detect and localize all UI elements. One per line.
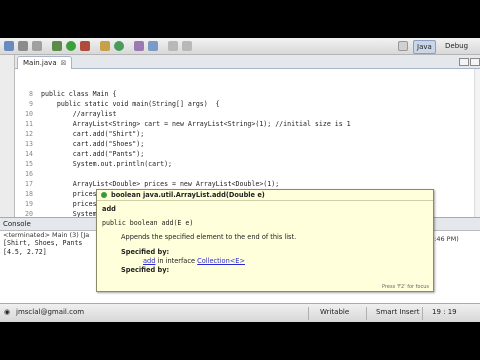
debug-perspective-label: Debug <box>445 42 469 50</box>
line-number: 8 <box>29 90 33 98</box>
back-icon[interactable] <box>168 41 178 51</box>
line-number: 16 <box>25 170 33 178</box>
specified-by-text: in interface <box>155 257 198 265</box>
console-timestamp: 8:46 PM) <box>430 235 459 243</box>
main-toolbar: Java Debug <box>0 38 480 55</box>
run-icon[interactable] <box>66 41 76 51</box>
line-number: 9 <box>29 100 33 108</box>
code-text: System.out.println(cart); <box>41 160 173 168</box>
code-line: 11 ArrayList<String> cart = new ArrayLis… <box>15 119 480 129</box>
external-tools-icon[interactable] <box>80 41 90 51</box>
editor-tab-bar: Main.java ⊠ <box>15 55 480 69</box>
focus-hint: Press 'F2' for focus <box>382 284 429 290</box>
hover-header: boolean java.util.ArrayList.add(Double e… <box>97 190 433 201</box>
search-icon[interactable] <box>148 41 158 51</box>
code-text: public static void main(String[] args) { <box>41 100 220 108</box>
forward-icon[interactable] <box>182 41 192 51</box>
code-text: public class Main { <box>41 90 117 98</box>
status-divider <box>308 307 309 320</box>
console-tab-label: Console <box>3 220 31 228</box>
tab-main-java[interactable]: Main.java ⊠ <box>17 56 73 69</box>
new-icon[interactable] <box>4 41 14 51</box>
status-bar: ◉ jmsclal@gmail.com Writable Smart Inser… <box>0 303 480 322</box>
code-line: 16 <box>15 169 480 179</box>
console-output-line: [Shirt, Shoes, Pants <box>3 239 83 247</box>
code-text: cart.add("Shirt"); <box>41 130 145 138</box>
status-divider <box>366 307 367 320</box>
method-name: add <box>102 205 116 213</box>
writable-status: Writable <box>320 308 350 316</box>
code-line: 17 ArrayList<Double> prices = new ArrayL… <box>15 179 480 189</box>
overview-ruler[interactable] <box>474 69 480 225</box>
code-text: cart.add("Pants"); <box>41 150 145 158</box>
line-number: 13 <box>25 140 33 148</box>
method-icon <box>101 192 107 198</box>
open-type-icon[interactable] <box>134 41 144 51</box>
code-text: ArrayList<String> cart = new ArrayList<S… <box>41 120 351 128</box>
new-package-icon[interactable] <box>100 41 110 51</box>
line-number: 12 <box>25 130 33 138</box>
line-number: 17 <box>25 180 33 188</box>
code-text: cart.add("Shoes"); <box>41 140 145 148</box>
javadoc-hover-popup[interactable]: boolean java.util.ArrayList.add(Double e… <box>96 189 434 292</box>
console-status: <terminated> Main (3) [Ja <box>3 231 90 239</box>
specified-by-line: add in interface Collection<E> <box>143 257 245 265</box>
line-number: 14 <box>25 150 33 158</box>
specified-by-label: Specified by: <box>121 248 170 256</box>
line-number: 15 <box>25 160 33 168</box>
code-line: 12 cart.add("Shirt"); <box>15 129 480 139</box>
open-perspective-icon[interactable] <box>398 41 408 51</box>
code-line: 13 cart.add("Shoes"); <box>15 139 480 149</box>
code-line: 8 public class Main { <box>15 89 480 99</box>
collection-interface-link[interactable]: Collection<E> <box>197 257 245 265</box>
user-icon: ◉ <box>4 308 11 316</box>
code-text: ArrayList<Double> prices = new ArrayList… <box>41 180 280 188</box>
code-line: 9 public static void main(String[] args)… <box>15 99 480 109</box>
code-text: //arraylist <box>41 110 117 118</box>
java-perspective-label: Java <box>417 43 432 51</box>
close-tab-icon[interactable]: ⊠ <box>61 59 67 67</box>
method-description: Appends the specified element to the end… <box>121 233 297 241</box>
new-class-icon[interactable] <box>114 41 124 51</box>
debug-icon[interactable] <box>52 41 62 51</box>
method-declaration: public boolean add(E e) <box>102 219 194 227</box>
debug-perspective-button[interactable]: Debug <box>442 40 471 52</box>
method-signature: boolean java.util.ArrayList.add(Double e… <box>111 191 265 199</box>
code-line: 10 //arraylist <box>15 109 480 119</box>
line-number: 11 <box>25 120 33 128</box>
line-number: 18 <box>25 190 33 198</box>
insert-mode: Smart Insert <box>376 308 420 316</box>
print-icon[interactable] <box>32 41 42 51</box>
status-divider <box>422 307 423 320</box>
code-line: 14 cart.add("Pants"); <box>15 149 480 159</box>
maximize-icon[interactable] <box>470 58 480 66</box>
specified-by-label: Specified by: <box>121 266 170 274</box>
code-line: 15 System.out.println(cart); <box>15 159 480 169</box>
minimize-icon[interactable] <box>459 58 469 66</box>
eclipse-window: Java Debug Main.java ⊠ 8 public class Main… <box>0 38 480 322</box>
line-number: 10 <box>25 110 33 118</box>
specified-by-method-link[interactable]: add <box>143 257 155 265</box>
tab-console[interactable]: Console <box>3 219 31 230</box>
user-email: jmsclal@gmail.com <box>16 308 85 316</box>
line-number: 19 <box>25 200 33 208</box>
tab-label: Main.java <box>23 59 57 67</box>
java-perspective-button[interactable]: Java <box>413 40 436 54</box>
cursor-position: 19 : 19 <box>432 308 457 316</box>
console-output-line: [4.5, 2.72] <box>3 248 47 256</box>
save-icon[interactable] <box>18 41 28 51</box>
